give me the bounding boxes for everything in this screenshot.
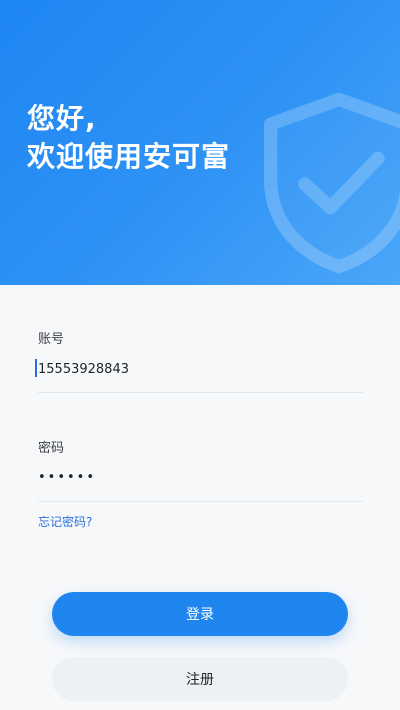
login-form: 账号 密码 忘记密码? 登录 注册 bbox=[0, 285, 400, 710]
welcome-greeting: 您好, bbox=[27, 102, 97, 135]
shield-check-icon bbox=[263, 92, 400, 274]
account-label: 账号 bbox=[38, 332, 65, 347]
password-input[interactable] bbox=[38, 463, 363, 491]
hero-banner: 您好, 欢迎使用安可富 bbox=[0, 0, 400, 285]
register-button[interactable]: 注册 bbox=[52, 657, 348, 701]
text-cursor bbox=[35, 359, 37, 377]
account-input[interactable] bbox=[38, 355, 363, 383]
forgot-password-link[interactable]: 忘记密码? bbox=[38, 513, 92, 530]
login-button[interactable]: 登录 bbox=[52, 592, 348, 636]
welcome-title: 您好, 欢迎使用安可富 bbox=[27, 100, 230, 176]
welcome-app-name: 欢迎使用安可富 bbox=[27, 140, 231, 173]
password-divider bbox=[38, 501, 363, 502]
password-label: 密码 bbox=[38, 441, 65, 456]
account-divider bbox=[38, 392, 363, 393]
